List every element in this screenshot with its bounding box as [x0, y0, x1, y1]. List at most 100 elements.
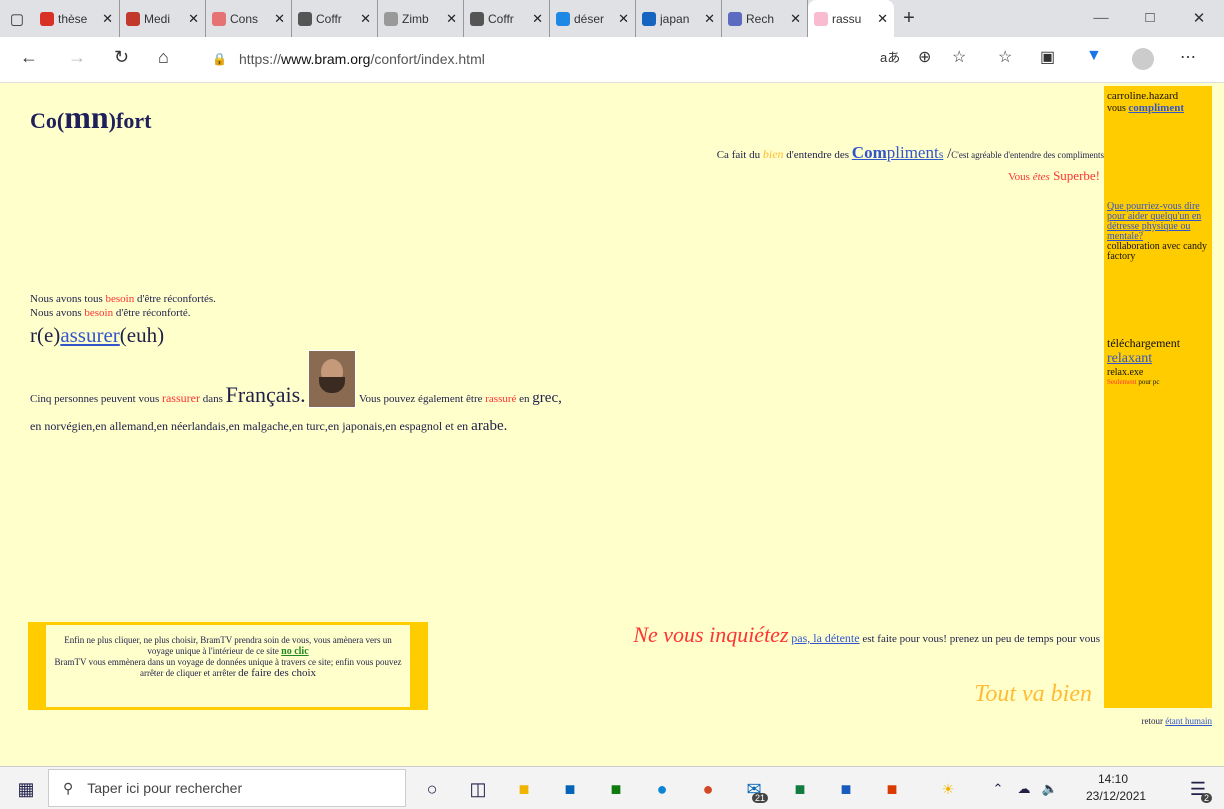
web-page: Co(mn)fort Ca fait du bien d'entendre de…	[0, 83, 1224, 766]
store-icon[interactable]: ■	[602, 775, 630, 803]
assurer-link[interactable]: assurer	[60, 323, 119, 347]
clock[interactable]: 14:10 23/12/2021	[1086, 771, 1146, 805]
browser-tab[interactable]: Cons ✕	[206, 0, 292, 37]
tab-close-icon[interactable]: ✕	[274, 11, 285, 27]
favorite-add-icon[interactable]: ☆	[952, 47, 966, 67]
no-clic-link[interactable]: no clic	[281, 646, 309, 657]
browser-tab[interactable]: rassu ✕	[808, 0, 894, 37]
read-aloud-icon[interactable]: aあ	[880, 47, 900, 66]
address-bar-area: ← → ↻ ⌂ 🔒 https://www.bram.org/confort/i…	[0, 37, 1224, 83]
bramtv-text-3: de faire des choix	[238, 667, 317, 679]
grec-text: grec,	[532, 390, 562, 406]
cortana-icon[interactable]: ○	[418, 775, 446, 803]
maximize-button[interactable]: □	[1127, 0, 1173, 37]
tab-close-icon[interactable]: ✕	[704, 11, 715, 27]
clock-time: 14:10	[1097, 772, 1129, 786]
zoom-icon[interactable]: ⊕	[918, 47, 931, 67]
superbe-word: Superbe!	[1049, 168, 1100, 183]
tab-favicon-icon	[298, 11, 312, 26]
volume-icon[interactable]: 🔈	[1036, 775, 1064, 803]
taskbar-search-box[interactable]: ⚲ Taper ici pour rechercher	[48, 769, 406, 807]
tab-close-icon[interactable]: ✕	[446, 11, 457, 27]
home-icon[interactable]: ⌂	[158, 47, 169, 68]
tab-close-icon[interactable]: ✕	[188, 11, 199, 27]
cinq-pre: Cinq personnes peuvent vous	[30, 393, 162, 405]
tab-close-icon[interactable]: ✕	[102, 11, 113, 27]
compliments-link[interactable]: Compliments	[852, 143, 944, 162]
show-hidden-icons[interactable]: ⌃	[984, 775, 1012, 803]
tab-favicon-icon	[212, 11, 226, 26]
settings-menu-icon[interactable]: ⋯	[1180, 47, 1196, 67]
browser-tab[interactable]: Medi ✕	[120, 0, 206, 37]
browser-tab[interactable]: Rech ✕	[722, 0, 808, 37]
retour-text: retour	[1141, 716, 1166, 726]
tab-close-icon[interactable]: ✕	[618, 11, 629, 27]
profile-avatar[interactable]	[1132, 48, 1154, 70]
minimize-button[interactable]: —	[1078, 0, 1124, 37]
url-field[interactable]: 🔒 https://www.bram.org/confort/index.htm…	[198, 43, 878, 75]
favorites-icon[interactable]: ☆	[998, 47, 1012, 67]
bramtv-inner: Enfin ne plus cliquer, ne plus choisir, …	[46, 625, 410, 707]
cinq-egal: Vous pouvez également être	[358, 393, 486, 405]
browser-tab[interactable]: Coffr ✕	[464, 0, 550, 37]
tab-close-icon[interactable]: ✕	[360, 11, 371, 27]
detente-link[interactable]: pas, la détente	[791, 631, 859, 645]
tab-close-icon[interactable]: ✕	[790, 11, 801, 27]
excel-icon[interactable]: ■	[786, 775, 814, 803]
superbe-line: Vous êtes Superbe!	[900, 168, 1100, 184]
inquiet-block: Ne vous inquiétez pas, la détente est fa…	[560, 624, 1100, 647]
browser-tab[interactable]: japan ✕	[636, 0, 722, 37]
weather-icon[interactable]: ☀	[934, 775, 962, 803]
refresh-icon[interactable]: ↻	[114, 47, 129, 68]
sidebar-compliment-link[interactable]: compliment	[1128, 102, 1184, 114]
onedrive-icon[interactable]: ☁	[1010, 775, 1038, 803]
tab-actions-icon[interactable]: ▢	[0, 0, 34, 37]
mail-icon[interactable]: ✉ 21	[740, 775, 768, 803]
notification-badge: 2	[1200, 793, 1212, 803]
mail-badge: 21	[751, 793, 768, 803]
besoin-block: Nous avons tous besoin d'être réconforté…	[30, 292, 216, 320]
windows-start-icon[interactable]: ▦	[12, 775, 40, 803]
forward-icon[interactable]: →	[68, 47, 86, 68]
tab-close-icon[interactable]: ✕	[877, 11, 888, 27]
superbe-pre: Vous	[1008, 171, 1033, 183]
sidebar-collab: collaboration avec candy factory	[1107, 241, 1207, 262]
download-icon[interactable]: ▼	[1086, 47, 1102, 65]
compliments-link-pliment: pliment	[886, 143, 939, 162]
outlook-icon[interactable]: ■	[556, 775, 584, 803]
arabe-text: arabe.	[471, 418, 508, 434]
sidebar-relaxant-link[interactable]: relaxant	[1107, 351, 1152, 366]
tab-title: Medi	[144, 11, 171, 26]
word-icon[interactable]: ■	[832, 775, 860, 803]
etant-humain-link[interactable]: étant humain	[1165, 716, 1212, 726]
url-domain: www.bram.org	[280, 51, 371, 67]
url-prefix: https://	[238, 51, 281, 67]
edge-icon[interactable]: ●	[648, 775, 676, 803]
bram-photo[interactable]	[308, 350, 357, 408]
tab-close-icon[interactable]: ✕	[532, 11, 543, 27]
rassurer-post: (euh)	[119, 323, 165, 347]
new-tab-button[interactable]: +	[894, 0, 924, 37]
browser-tab[interactable]: Zimb ✕	[378, 0, 464, 37]
sidebar-question-link[interactable]: Que pourriez-vous dire pour aider quelqu…	[1107, 201, 1201, 242]
browser-tab[interactable]: déser ✕	[550, 0, 636, 37]
tab-title: Cons	[230, 11, 259, 26]
sidebar-vous: vous	[1107, 103, 1129, 114]
powerpoint-icon[interactable]: ●	[694, 775, 722, 803]
browser-tab[interactable]: thèse ✕	[34, 0, 120, 37]
tout-va-bien: Tout va bien	[974, 681, 1092, 707]
file-explorer-icon[interactable]: ■	[510, 775, 538, 803]
logo-text-big: mn	[64, 99, 109, 135]
tab-title: japan	[660, 11, 690, 26]
sidebar-pourpc: pour pc	[1136, 378, 1160, 386]
browser-tab[interactable]: Coffr ✕	[292, 0, 378, 37]
right-sidebar: carroline.hazard vous compliment Que pou…	[1104, 86, 1212, 708]
task-view-icon[interactable]: ◫	[464, 775, 492, 803]
office-icon[interactable]: ■	[878, 775, 906, 803]
notification-icon[interactable]: ☰ 2	[1184, 775, 1212, 803]
collections-icon[interactable]: ▣	[1040, 47, 1055, 67]
tab-strip: thèse ✕ Medi ✕ Cons ✕ Coffr ✕ Zimb ✕ Coffr ✕ déser ✕ j…	[34, 0, 894, 37]
back-icon[interactable]: ←	[20, 47, 38, 68]
close-window-button[interactable]: ✕	[1176, 0, 1222, 37]
superbe-etes: êtes	[1032, 171, 1050, 183]
